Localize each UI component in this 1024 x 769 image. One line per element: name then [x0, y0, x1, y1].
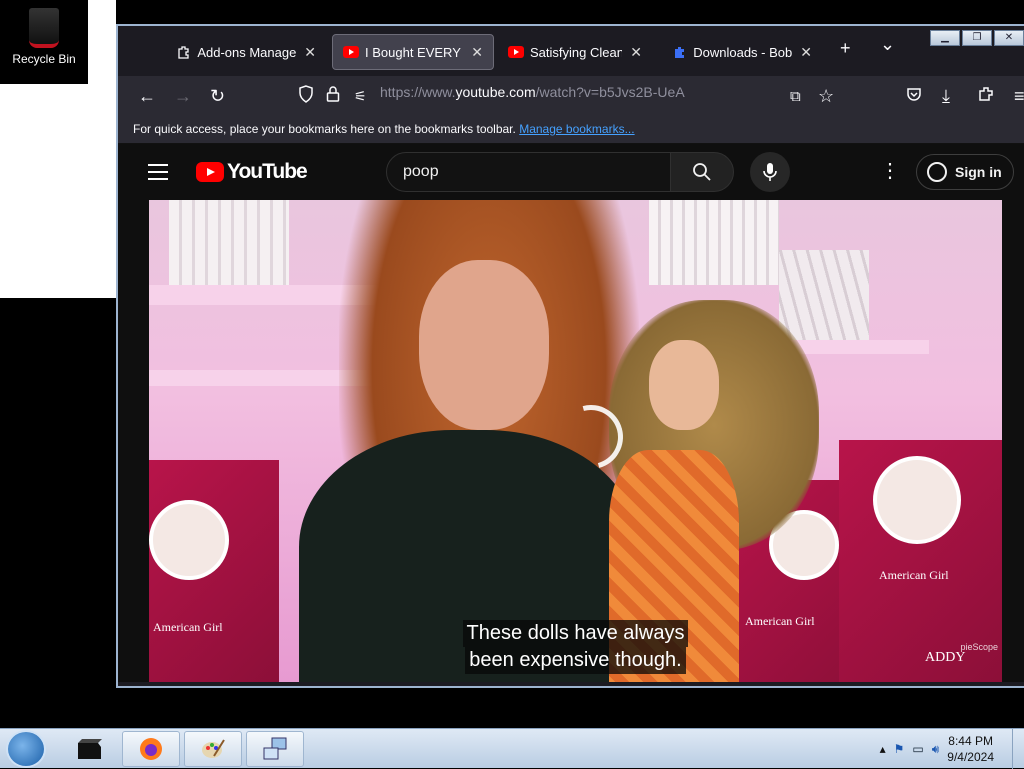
url-bar[interactable]: https://www.youtube.com/watch?v=b5Jvs2B-…	[380, 84, 685, 100]
close-icon[interactable]: ✕	[304, 44, 316, 61]
shield-icon[interactable]	[298, 85, 314, 107]
network-icon[interactable]	[246, 731, 304, 767]
bookshelf-books	[779, 250, 869, 340]
tab-label: I Bought EVERY Am	[365, 44, 463, 60]
close-icon[interactable]: ✕	[800, 44, 812, 61]
box-brand: American Girl	[879, 568, 949, 582]
show-hidden-icons-icon[interactable]: ▴	[880, 742, 886, 756]
url-path: /watch?v=b5Jvs2B-UeA	[535, 84, 685, 100]
puzzle-icon	[176, 44, 191, 60]
tab-label: Satisfying Cleaning/	[530, 44, 623, 60]
bookshelf-books	[649, 200, 779, 285]
forward-icon[interactable]: →	[174, 86, 192, 107]
page-content: YouTube poop ⋮ Sign in American Girl Ame…	[118, 144, 1024, 682]
url-prefix: https://www.	[380, 84, 456, 100]
tab-label: Downloads - Bob Pe	[693, 44, 793, 60]
downloads-icon[interactable]: ⤓	[942, 86, 950, 107]
extensions-icon[interactable]	[978, 86, 994, 107]
tab-strip: Add-ons Manager ✕ I Bought EVERY Am ✕ Sa…	[118, 26, 1024, 76]
display-icon[interactable]: ▭	[912, 742, 923, 756]
bookshelf-books	[169, 200, 289, 285]
tab-addons-manager[interactable]: Add-ons Manager ✕	[166, 34, 326, 70]
firefox-icon[interactable]	[122, 731, 180, 767]
navigation-toolbar: ← → ↻ ⚟ https://www.youtube.com/watch?v=…	[118, 76, 1024, 116]
recycle-bin-label: Recycle Bin	[12, 52, 76, 66]
recycle-bin[interactable]: Recycle Bin	[0, 0, 88, 84]
lock-icon[interactable]	[326, 85, 340, 107]
tab-youtube-cleaning[interactable]: Satisfying Cleaning/ ✕	[498, 34, 652, 70]
paint-icon[interactable]	[184, 731, 242, 767]
youtube-icon	[343, 44, 359, 60]
video-player[interactable]: American Girl American Girl American Gir…	[149, 200, 1002, 682]
bookmarks-toolbar: For quick access, place your bookmarks h…	[118, 116, 1024, 144]
hamburger-menu-icon[interactable]	[148, 164, 168, 185]
youtube-icon	[508, 44, 524, 60]
search-button[interactable]	[670, 152, 734, 192]
tab-label: Add-ons Manager	[197, 44, 297, 60]
back-icon[interactable]: ←	[138, 86, 156, 107]
bookmarks-message: For quick access, place your bookmarks h…	[133, 122, 516, 136]
voice-search-button[interactable]	[750, 152, 790, 192]
manage-bookmarks-link[interactable]: Manage bookmarks...	[519, 122, 634, 136]
sign-in-button[interactable]: Sign in	[916, 154, 1014, 190]
caption-line-2: been expensive though.	[465, 647, 686, 674]
clock[interactable]: 8:44 PM 9/4/2024	[947, 733, 994, 765]
minimize-button[interactable]: ▁	[930, 30, 960, 46]
taskbar: ▴ ⚑ ▭ 🔊︎ 8:44 PM 9/4/2024	[0, 728, 1024, 769]
black-box-icon[interactable]	[60, 731, 118, 767]
search-input[interactable]: poop	[386, 152, 672, 192]
youtube-logo-text: YouTube	[227, 160, 308, 183]
microphone-icon	[763, 163, 777, 181]
woman-face	[419, 260, 549, 430]
bookmark-star-icon[interactable]: ☆	[818, 86, 834, 107]
puzzle-blue-icon	[672, 44, 687, 60]
search-icon	[693, 163, 711, 181]
close-icon[interactable]: ✕	[471, 44, 483, 61]
picture-in-picture-icon[interactable]: ⧉	[790, 88, 801, 105]
recycle-bin-icon	[29, 8, 59, 48]
desktop-background-window-2	[88, 0, 116, 84]
clock-time: 8:44 PM	[948, 734, 993, 748]
youtube-logo[interactable]: YouTube	[196, 160, 308, 184]
desktop-background-window	[0, 84, 102, 298]
window-caption-buttons: ▁ ❐ ✕	[930, 30, 1024, 46]
restore-button[interactable]: ❐	[962, 30, 992, 46]
youtube-play-icon	[196, 162, 224, 182]
start-button[interactable]	[6, 730, 46, 768]
youtube-header: YouTube poop ⋮ Sign in	[118, 144, 1024, 200]
box-window	[873, 456, 961, 544]
reload-icon[interactable]: ↻	[210, 86, 225, 107]
close-button[interactable]: ✕	[994, 30, 1024, 46]
show-desktop-button[interactable]	[1012, 729, 1024, 769]
menu-icon[interactable]: ≡	[1014, 86, 1024, 107]
desktop-background-window-3	[102, 84, 116, 298]
settings-kebab-icon[interactable]: ⋮	[880, 158, 900, 183]
action-center-icon[interactable]: ⚑	[894, 742, 905, 756]
caption-line-1: These dolls have always	[462, 620, 689, 647]
system-tray: ▴ ⚑ ▭ 🔊︎ 8:44 PM 9/4/2024	[880, 731, 1016, 767]
tab-youtube-active[interactable]: I Bought EVERY Am ✕	[332, 34, 494, 70]
sign-in-label: Sign in	[955, 164, 1002, 180]
doll-face	[649, 340, 719, 430]
list-all-tabs-button[interactable]: ⌄	[880, 34, 895, 55]
firefox-window: Add-ons Manager ✕ I Bought EVERY Am ✕ Sa…	[116, 24, 1024, 688]
url-host: youtube.com	[455, 84, 536, 100]
volume-icon[interactable]: 🔊︎	[932, 742, 940, 757]
pocket-icon[interactable]	[906, 86, 922, 107]
close-icon[interactable]: ✕	[630, 44, 642, 61]
box-window	[149, 500, 229, 580]
new-tab-button[interactable]: +	[840, 38, 851, 59]
clock-date: 9/4/2024	[947, 750, 994, 764]
video-caption: These dolls have always been expensive t…	[149, 620, 1002, 674]
account-icon	[927, 162, 947, 182]
tab-downloads[interactable]: Downloads - Bob Pe ✕	[662, 34, 822, 70]
permissions-icon[interactable]: ⚟	[354, 88, 367, 105]
